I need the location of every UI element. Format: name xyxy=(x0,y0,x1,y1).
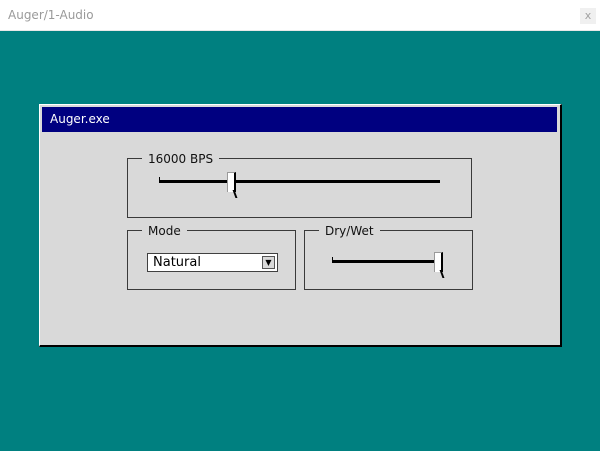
plugin-titlebar[interactable]: Auger.exe xyxy=(42,107,557,132)
mode-groupbox: Mode Natural ▼ xyxy=(127,223,296,290)
plugin-window-title: Auger.exe xyxy=(50,112,110,126)
close-icon[interactable]: x xyxy=(580,8,596,24)
drywet-groupbox: Dry/Wet xyxy=(304,223,473,290)
bps-groupbox: 16000 BPS xyxy=(127,151,472,218)
plugin-window: Auger.exe 16000 BPS Mode Natural ▼ Dry/W… xyxy=(39,104,562,347)
bps-label: 16000 BPS xyxy=(142,151,220,167)
mode-select-value: Natural xyxy=(153,255,201,270)
host-titlebar: Auger/1-Audio x xyxy=(0,0,600,31)
host-window-title: Auger/1-Audio xyxy=(8,8,94,22)
chevron-down-icon[interactable]: ▼ xyxy=(262,256,275,269)
drywet-slider-thumb[interactable] xyxy=(434,252,443,272)
mode-select[interactable]: Natural ▼ xyxy=(147,253,278,272)
drywet-label: Dry/Wet xyxy=(319,223,380,239)
mode-label: Mode xyxy=(142,223,187,239)
bps-slider-thumb[interactable] xyxy=(227,172,236,192)
bps-slider-track[interactable] xyxy=(159,177,440,183)
drywet-slider-track[interactable] xyxy=(332,257,443,263)
